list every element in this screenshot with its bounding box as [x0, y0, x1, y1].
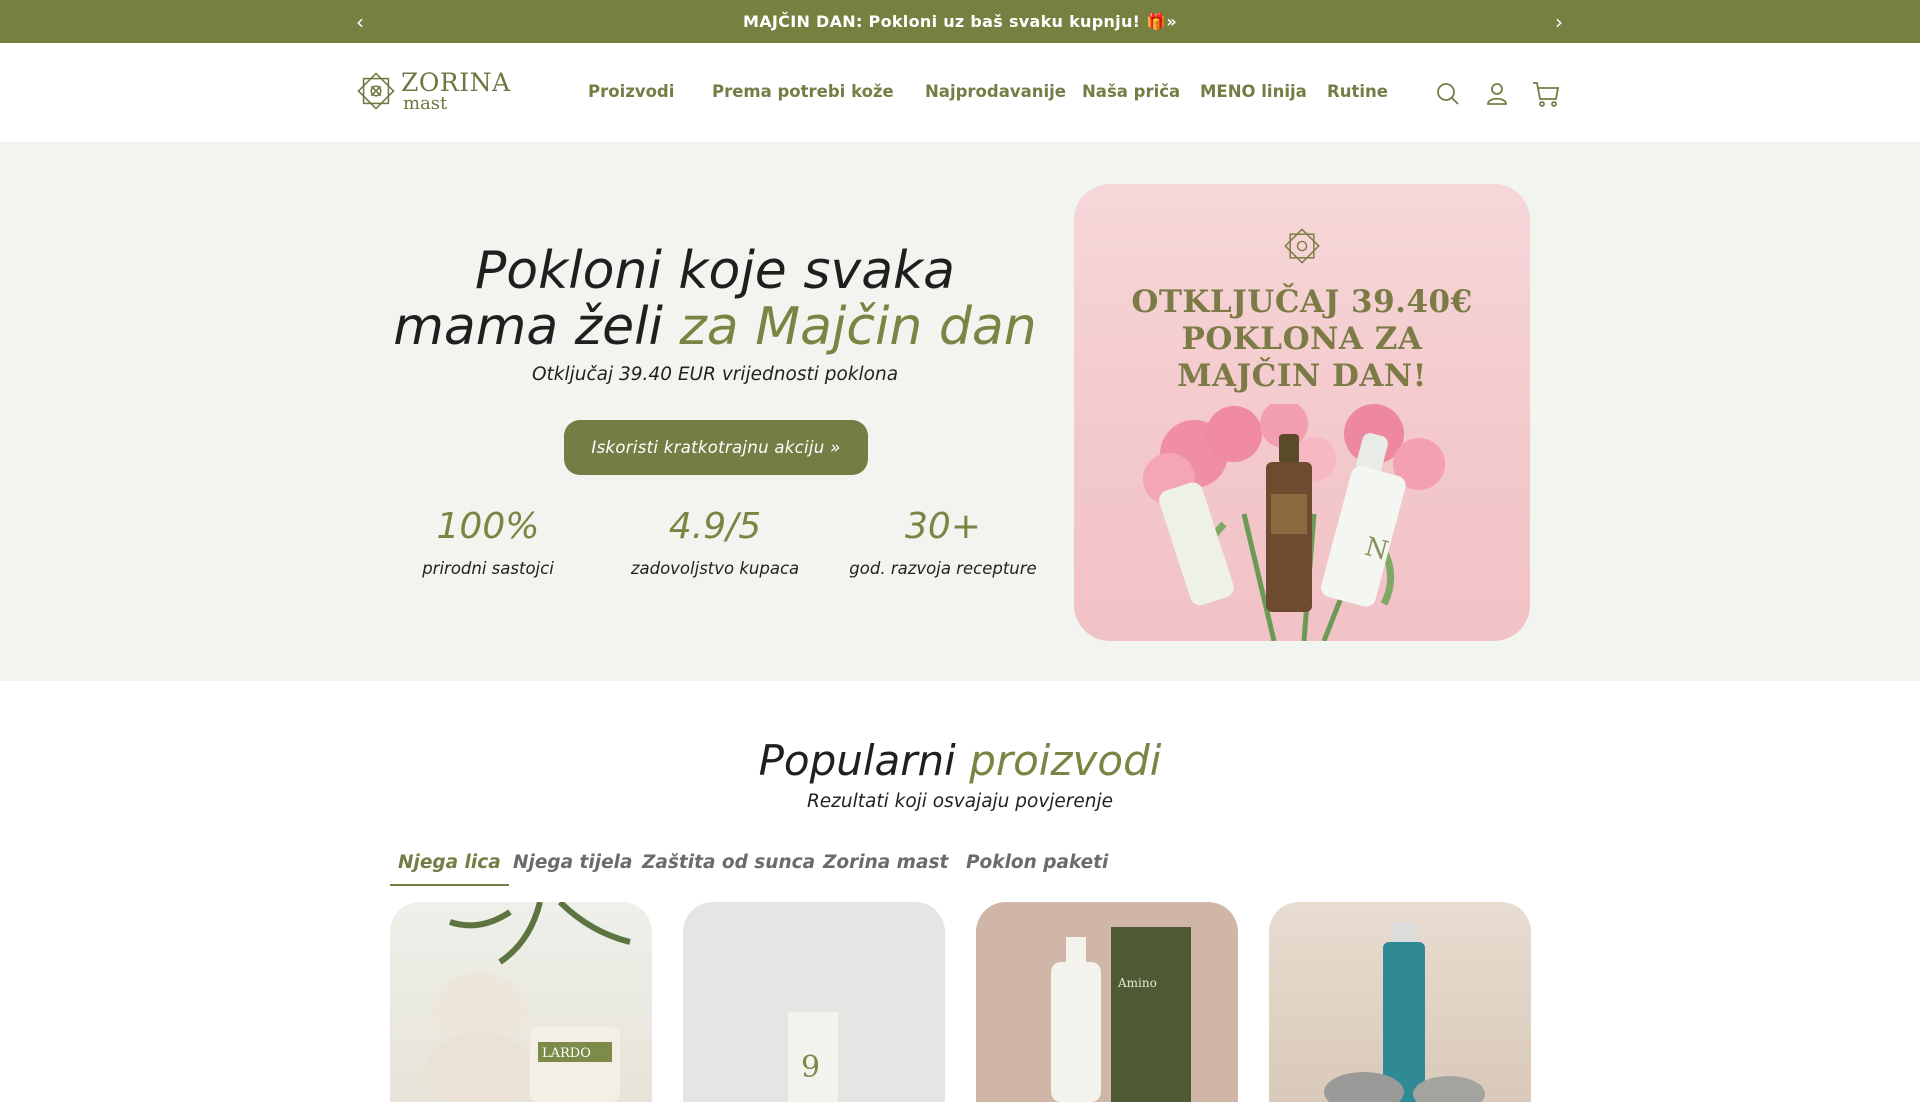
- nav-item-rutine[interactable]: Rutine: [1327, 82, 1388, 101]
- tab-zorina-mast[interactable]: Zorina mast: [815, 852, 956, 886]
- product-card[interactable]: LARDO: [390, 902, 652, 1102]
- stat-value: 30+: [905, 506, 981, 547]
- hero-title: Pokloni koje svaka mama želi za Majčin d…: [370, 243, 1060, 355]
- logo-wordmark: ZORINA: [401, 67, 511, 97]
- svg-text:Amino: Amino: [1117, 976, 1157, 990]
- logo-mark-icon: [357, 72, 395, 110]
- hero-section: Pokloni koje svaka mama želi za Majčin d…: [0, 143, 1920, 681]
- hero-title-accent: za Majčin dan: [679, 297, 1037, 357]
- stat-satisfaction: 4.9/5 zadovoljstvo kupaca: [600, 503, 830, 578]
- promo-text: OTKLJUČAJ 39.40€ POKLONA ZA MAJČIN DAN!: [1074, 284, 1530, 395]
- nav-item-proizvodi[interactable]: Proizvodi: [588, 82, 674, 101]
- tab-zastita-od-sunca[interactable]: Zaštita od sunca: [634, 852, 823, 886]
- chevron-right-icon[interactable]: ›: [1544, 0, 1574, 43]
- hero-title-line1: Pokloni koje svaka: [474, 241, 956, 301]
- cart-icon[interactable]: [1530, 78, 1562, 110]
- product-bouquet-illustration: N: [1143, 404, 1445, 641]
- logo[interactable]: ZORINA mast: [355, 69, 511, 113]
- section-title-text: Popularni: [758, 736, 970, 785]
- product-image: 9: [788, 1012, 838, 1102]
- svg-text:LARDO: LARDO: [542, 1046, 591, 1061]
- stat-label: god. razvoja recepture: [849, 559, 1037, 578]
- promo-line: MAJČIN DAN!: [1177, 358, 1427, 394]
- product-card[interactable]: Amino: [976, 902, 1238, 1102]
- promo-line: OTKLJUČAJ 39.40€: [1131, 284, 1473, 320]
- product-card[interactable]: [1269, 902, 1531, 1102]
- cta-button[interactable]: Iskoristi kratkotrajnu akciju »: [564, 420, 868, 475]
- nav-item-meno-linija[interactable]: MENO linija: [1200, 82, 1307, 101]
- hero-subtitle: Otključaj 39.40 EUR vrijednosti poklona: [531, 364, 899, 385]
- promo-line: POKLONA ZA: [1181, 321, 1423, 357]
- account-icon[interactable]: [1482, 79, 1512, 109]
- product-image: [1324, 922, 1485, 1102]
- stat-natural: 100% prirodni sastojci: [373, 503, 603, 578]
- product-image: LARDO: [425, 902, 631, 1102]
- site-header: ZORINA mast Proizvodi Prema potrebi kože…: [0, 43, 1920, 143]
- nav-item-nasa-prica[interactable]: Naša priča: [1082, 82, 1180, 101]
- section-title-accent: proizvodi: [969, 736, 1162, 785]
- product-image: Amino: [1051, 927, 1191, 1102]
- nav-item-najprodavanije[interactable]: Najprodavanije: [925, 82, 1066, 101]
- logo-mark-icon: [1284, 228, 1320, 264]
- nav-item-prema-potrebi-koze[interactable]: Prema potrebi kože: [712, 82, 894, 101]
- hero-title-line2: mama želi: [393, 297, 680, 357]
- section-subtitle: Rezultati koji osvajaju povjerenje: [806, 791, 1114, 812]
- promo-image[interactable]: OTKLJUČAJ 39.40€ POKLONA ZA MAJČIN DAN!: [1074, 184, 1530, 641]
- stat-value: 4.9/5: [668, 506, 762, 547]
- tab-njega-tijela[interactable]: Njega tijela: [505, 852, 640, 886]
- announcement-text[interactable]: MAJČIN DAN: Pokloni uz baš svaku kupnju!…: [0, 0, 1920, 43]
- tab-njega-lica[interactable]: Njega lica: [390, 852, 509, 886]
- stat-value: 100%: [436, 506, 540, 547]
- search-icon[interactable]: [1433, 79, 1463, 109]
- stat-label: prirodni sastojci: [422, 559, 554, 578]
- section-title: Popularni proizvodi: [0, 736, 1920, 786]
- tab-poklon-paketi[interactable]: Poklon paketi: [958, 852, 1116, 886]
- stat-label: zadovoljstvo kupaca: [630, 559, 800, 578]
- announcement-bar: ‹ MAJČIN DAN: Pokloni uz baš svaku kupnj…: [0, 0, 1920, 43]
- logo-subword: mast: [403, 92, 448, 114]
- stat-years: 30+ god. razvoja recepture: [828, 503, 1058, 578]
- product-card[interactable]: 9: [683, 902, 945, 1102]
